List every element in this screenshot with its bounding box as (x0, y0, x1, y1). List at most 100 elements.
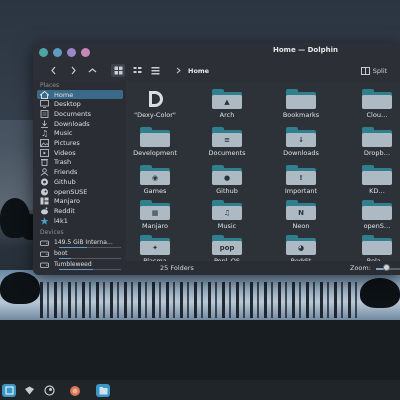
folder-glyph: ↓ (298, 136, 304, 144)
breadcrumb-home[interactable]: Home (188, 67, 209, 75)
music-icon: ♫ (40, 129, 49, 137)
sidebar-item-music[interactable]: ♫ Music (37, 129, 123, 138)
folder-glyph (286, 97, 316, 107)
up-icon (88, 68, 96, 73)
details-view-button[interactable] (148, 64, 162, 77)
folder-item[interactable]: Dropb… (342, 123, 400, 159)
folder-label: openS… (363, 222, 391, 230)
sidebar-item-label: l4k1 (54, 216, 68, 225)
compact-view-button[interactable] (130, 64, 144, 77)
device-item[interactable]: boot (37, 249, 123, 259)
zoom-handle[interactable] (383, 264, 390, 271)
device-item[interactable]: Tumbleweed (37, 260, 123, 270)
close-window-button[interactable] (39, 48, 48, 57)
folder-icon (362, 235, 392, 255)
folder-item[interactable]: Bookmarks (266, 85, 336, 121)
files-icon[interactable] (22, 384, 36, 397)
sidebar-item-github[interactable]: Github (37, 177, 123, 186)
folder-item[interactable]: ◉ Games (120, 161, 190, 197)
drive-icon (40, 261, 49, 269)
device-item[interactable]: 149.5 GiB Interna… (37, 238, 123, 248)
folder-item[interactable]: openS… (342, 196, 400, 232)
browser-icon[interactable] (68, 384, 82, 397)
folder-label: Clou… (366, 111, 388, 119)
folder-item[interactable]: ♫ Music (192, 196, 262, 232)
dolphin-window: Home — Dolphin Home Split Places Home De… (33, 43, 400, 275)
folder-glyph: ◕ (297, 244, 305, 252)
sidebar-item-trash[interactable]: Trash (37, 158, 123, 167)
sidebar-item-label: Pictures (54, 139, 80, 147)
sidebar-item-friends[interactable]: Friends (37, 168, 123, 177)
device-usage-fill (59, 246, 87, 248)
folder-item[interactable]: ! Important (266, 161, 336, 197)
folder-item[interactable]: "Dexy-Color" (120, 85, 190, 121)
videos-icon (40, 148, 49, 157)
titlebar[interactable]: Home — Dolphin (33, 43, 400, 61)
details-view-icon (151, 67, 159, 75)
maximize-window-button[interactable] (67, 48, 76, 57)
folder-icon: ▲ (212, 89, 242, 109)
minimize-window-button[interactable] (53, 48, 62, 57)
sidebar-item-pictures[interactable]: Pictures (37, 139, 123, 148)
steam-icon[interactable] (42, 384, 56, 397)
status-bar: 25 Folders Zoom: (126, 261, 400, 275)
sidebar-item-label: Github (54, 177, 76, 186)
sidebar-item-opensuse[interactable]: openSUSE (37, 187, 123, 196)
sidebar-item-label: Manjaro (54, 197, 81, 206)
folder-icon (140, 127, 170, 147)
svg-text:♫: ♫ (41, 129, 48, 137)
sidebar-item-label: Documents (54, 109, 92, 118)
sidebar-item-label: Downloads (54, 119, 90, 128)
sidebar-item-manjaro[interactable]: Manjaro (37, 197, 123, 206)
device-label: 149.5 GiB Interna… (54, 239, 113, 246)
pin-window-button[interactable] (81, 48, 90, 57)
sidebar-item-desktop[interactable]: Desktop (37, 100, 123, 109)
folder-icon: pop (212, 235, 242, 255)
sidebar-item-label: Trash (54, 158, 72, 167)
app-launcher-icon[interactable] (2, 384, 16, 397)
split-button[interactable]: Split (351, 64, 397, 77)
folder-item[interactable]: Clou… (342, 85, 400, 121)
github-icon (40, 178, 49, 186)
folder-item[interactable]: ≡ Documents (192, 123, 262, 159)
back-button[interactable] (47, 64, 59, 77)
manjaro-icon (40, 197, 49, 205)
up-button[interactable] (86, 64, 98, 77)
folder-item[interactable]: ● Github (192, 161, 262, 197)
folder-item[interactable]: KD… (342, 161, 400, 197)
pictures-icon (40, 139, 49, 147)
folder-icon: ! (286, 165, 316, 185)
folder-item[interactable]: ↓ Downloads (266, 123, 336, 159)
folder-label: Documents (208, 149, 246, 157)
home-icon (40, 90, 49, 99)
sidebar-item-downloads[interactable]: Downloads (37, 119, 123, 128)
folder-glyph (362, 135, 392, 145)
folder-item[interactable]: ▦ Manjaro (120, 196, 190, 232)
opensuse-icon (40, 188, 49, 196)
chevron-right-icon (176, 67, 181, 74)
folder-glyph (362, 208, 392, 218)
folder-item[interactable]: N Neon (266, 196, 336, 232)
drive-icon (40, 250, 49, 258)
folder-item[interactable]: Development (120, 123, 190, 159)
folder-glyph: ◉ (151, 174, 159, 182)
folder-icon (286, 89, 316, 109)
dolphin-icon[interactable] (96, 384, 110, 397)
sidebar-item-videos[interactable]: Videos (37, 148, 123, 157)
compact-view-icon (133, 67, 141, 73)
folder-label: Arch (219, 111, 235, 119)
breadcrumb-arrow[interactable] (173, 64, 183, 77)
device-usage-bar (59, 268, 121, 270)
sidebar-item-documents[interactable]: Documents (37, 109, 123, 118)
forward-button[interactable] (67, 64, 79, 77)
icons-view-button[interactable] (111, 64, 125, 77)
folder-icon (362, 165, 392, 185)
folder-view: "Dexy-Color" ▲ Arch Bookmarks Clou… Developme… (126, 81, 400, 265)
sidebar-item-l4k1[interactable]: l4k1 (37, 216, 123, 225)
folder-item[interactable]: ▲ Arch (192, 85, 262, 121)
folder-icon (362, 127, 392, 147)
folder-glyph: ≡ (224, 136, 230, 144)
sidebar-item-home[interactable]: Home (37, 90, 123, 99)
sidebar-item-reddit[interactable]: Reddit (37, 206, 123, 215)
folder-label: Games (143, 187, 167, 195)
